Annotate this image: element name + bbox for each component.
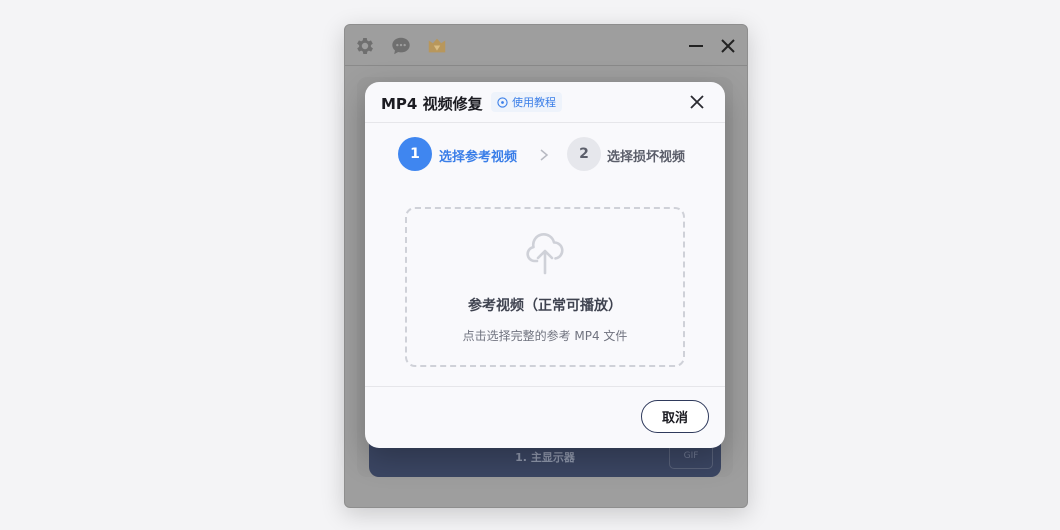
tutorial-link[interactable]: 使用教程 — [491, 92, 562, 112]
step-1-label: 选择参考视频 — [439, 150, 518, 165]
step-2-label: 选择损坏视频 — [607, 150, 686, 165]
step-2-number: 2 — [567, 137, 601, 171]
step-indicator: 1 选择参考视频 2 选择损坏视频 — [365, 122, 725, 186]
dialog-footer: 取消 — [365, 386, 725, 448]
app-titlebar — [345, 25, 747, 66]
minimize-icon[interactable] — [685, 35, 707, 57]
window-close-icon[interactable] — [717, 35, 739, 57]
step-1-number: 1 — [398, 137, 432, 171]
dialog-title: MP4 视频修复 — [381, 95, 483, 113]
dropzone-subtitle: 点击选择完整的参考 MP4 文件 — [462, 329, 628, 343]
mp4-repair-dialog: MP4 视频修复 使用教程 1 选择参考视频 2 选择损坏视频 参考视频（正常可… — [365, 82, 725, 448]
cancel-button[interactable]: 取消 — [641, 400, 709, 433]
cloud-upload-icon — [525, 229, 565, 277]
vip-crown-icon[interactable] — [426, 35, 448, 57]
screen: 1. 主显示器 GIF MP4 视频修复 使用教程 1 选择参考视频 2 选择损… — [0, 0, 1060, 530]
reference-video-dropzone[interactable]: 参考视频（正常可播放） 点击选择完整的参考 MP4 文件 — [405, 207, 685, 367]
info-icon — [497, 96, 508, 108]
dialog-header: MP4 视频修复 使用教程 — [365, 82, 725, 123]
tutorial-label: 使用教程 — [512, 96, 556, 109]
gear-icon[interactable] — [354, 35, 376, 57]
close-icon[interactable] — [687, 92, 707, 112]
dropzone-title: 参考视频（正常可播放） — [468, 298, 622, 314]
chevron-right-icon — [538, 148, 550, 162]
chat-icon[interactable] — [390, 35, 412, 57]
